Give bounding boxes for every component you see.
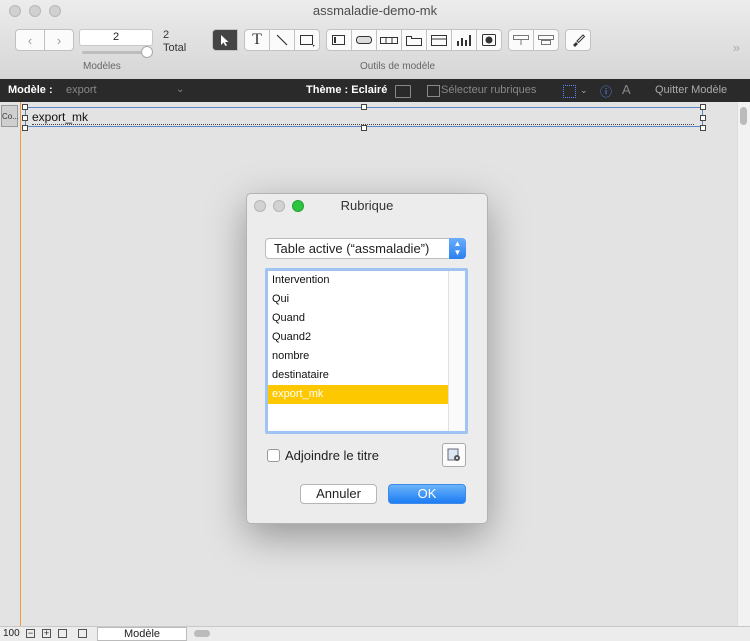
previous-layout-button[interactable]: ‹ xyxy=(15,29,45,51)
chevron-down-icon[interactable]: ⌄ xyxy=(176,84,184,95)
total-label: Total xyxy=(163,42,187,54)
resize-handle[interactable] xyxy=(22,115,28,121)
field-list-item[interactable]: destinataire xyxy=(268,366,449,385)
resize-handle[interactable] xyxy=(22,104,28,110)
models-label: Modèles xyxy=(83,61,121,72)
layout-slider-knob[interactable] xyxy=(141,46,153,58)
layout-tools: T xyxy=(212,29,591,51)
rectangle-tool-button[interactable] xyxy=(294,29,320,51)
line-icon xyxy=(276,34,288,46)
next-layout-button[interactable]: › xyxy=(45,29,74,51)
window-toolbar: assmaladie-demo-mk ‹ › 2 2 Total Modèles… xyxy=(0,0,750,80)
theme-label: Thème : Eclairé xyxy=(306,84,388,96)
pointer-tool-button[interactable] xyxy=(212,29,238,51)
add-title-checkbox[interactable] xyxy=(267,449,280,462)
add-title-label[interactable]: Adjoindre le titre xyxy=(285,448,379,463)
chart-icon xyxy=(457,35,471,46)
resize-handle[interactable] xyxy=(700,104,706,110)
zoom-in-icon[interactable]: + xyxy=(42,629,51,638)
select-stepper-icon: ▲ ▼ xyxy=(449,238,466,259)
field-picker-button[interactable]: Sélecteur rubriques xyxy=(441,84,536,96)
table-select[interactable]: Table active (“assmaladie”) ▲ ▼ xyxy=(265,238,466,259)
layout-tools-label: Outils de modèle xyxy=(360,61,436,72)
vertical-scrollbar[interactable] xyxy=(737,102,750,626)
layout-part-column xyxy=(0,102,21,626)
popover-icon xyxy=(538,35,554,45)
portal-tool-button[interactable] xyxy=(508,29,534,51)
layout-number-input[interactable]: 2 xyxy=(79,29,153,46)
web-viewer-tool-button[interactable] xyxy=(476,29,502,51)
portal-icon xyxy=(513,35,529,45)
table-select-value: Table active (“assmaladie”) xyxy=(274,241,430,256)
line-tool-button[interactable] xyxy=(269,29,295,51)
layout-select[interactable]: export xyxy=(66,84,97,96)
field-icon xyxy=(332,35,345,45)
field-list-item[interactable]: Quand xyxy=(268,309,449,328)
total-count: 2 xyxy=(163,29,170,41)
horizontal-scroll-thumb[interactable] xyxy=(194,630,210,637)
tab-control-tool-button[interactable] xyxy=(401,29,427,51)
field-list-item[interactable]: Qui xyxy=(268,290,449,309)
button-bar-icon xyxy=(380,37,398,44)
slide-control-icon xyxy=(431,35,447,46)
pointer-icon xyxy=(221,34,229,46)
text-tool-button[interactable]: T xyxy=(244,29,270,51)
status-bar: 100 − + Modèle xyxy=(0,626,750,641)
format-painter-button[interactable] xyxy=(565,29,591,51)
toggle-toolbar-icon[interactable] xyxy=(58,629,67,638)
resize-handle[interactable] xyxy=(361,125,367,131)
resize-handle[interactable] xyxy=(700,125,706,131)
popover-tool-button[interactable] xyxy=(533,29,559,51)
toggle-status-area-icon[interactable] xyxy=(78,629,87,638)
part-label-tab[interactable]: Co... xyxy=(1,105,19,127)
exit-layout-button[interactable]: Quitter Modèle xyxy=(655,84,727,96)
web-viewer-icon xyxy=(482,34,496,46)
font-icon[interactable]: A xyxy=(622,82,631,97)
grid-icon[interactable] xyxy=(563,85,576,98)
gear-icon xyxy=(447,448,460,461)
resize-handle[interactable] xyxy=(22,125,28,131)
paintbrush-icon xyxy=(573,34,586,47)
text-icon: T xyxy=(252,31,262,48)
chart-tool-button[interactable] xyxy=(451,29,477,51)
chevron-left-icon: ‹ xyxy=(27,32,33,48)
field-list-item[interactable]: Intervention xyxy=(268,271,449,290)
field-options-button[interactable] xyxy=(442,443,466,467)
tab-control-icon xyxy=(406,36,422,46)
mode-popup[interactable]: Modèle xyxy=(97,627,187,641)
dialog-title: Rubrique xyxy=(340,198,394,213)
field-dialog: Rubrique Table active (“assmaladie”) ▲ ▼ … xyxy=(246,193,488,524)
field-object-label: export_mk xyxy=(32,110,89,124)
layout-bar: Modèle : export ⌄ Thème : Eclairé Sélect… xyxy=(0,79,750,102)
vertical-scroll-thumb[interactable] xyxy=(740,107,747,125)
field-tool-button[interactable] xyxy=(326,29,352,51)
zoom-out-icon[interactable]: − xyxy=(26,629,35,638)
grid-menu-chevron-icon[interactable]: ⌄ xyxy=(580,85,588,96)
cancel-button[interactable]: Annuler xyxy=(300,484,377,504)
resize-handle[interactable] xyxy=(700,115,706,121)
slide-control-tool-button[interactable] xyxy=(426,29,452,51)
layout-slider[interactable] xyxy=(82,51,150,54)
resize-handle[interactable] xyxy=(361,104,367,110)
field-list-items: Intervention Qui Quand Quand2 nombre destinat… xyxy=(268,271,449,431)
field-picker-icon[interactable] xyxy=(427,85,440,97)
toolbar-overflow-icon[interactable]: » xyxy=(733,40,740,55)
ok-button[interactable]: OK xyxy=(388,484,466,504)
field-list-scrollbar[interactable] xyxy=(448,271,465,431)
layout-label: Modèle : xyxy=(8,84,53,96)
window-title: assmaladie-demo-mk xyxy=(312,3,438,18)
button-bar-tool-button[interactable] xyxy=(376,29,402,51)
zoom-level[interactable]: 100 xyxy=(3,628,20,639)
chevron-right-icon: › xyxy=(56,32,62,48)
field-list-item[interactable]: nombre xyxy=(268,347,449,366)
info-icon[interactable]: ⓘ xyxy=(600,83,612,100)
field-list[interactable]: Intervention Qui Quand Quand2 nombre destinat… xyxy=(265,268,468,434)
field-list-item[interactable]: Quand2 xyxy=(268,328,449,347)
button-tool-button[interactable] xyxy=(351,29,377,51)
layout-nav: ‹ › xyxy=(15,29,74,51)
theme-change-icon[interactable] xyxy=(395,85,411,98)
button-icon xyxy=(356,36,372,44)
rectangle-icon xyxy=(300,35,315,47)
field-list-item[interactable]: export_mk xyxy=(268,385,449,404)
